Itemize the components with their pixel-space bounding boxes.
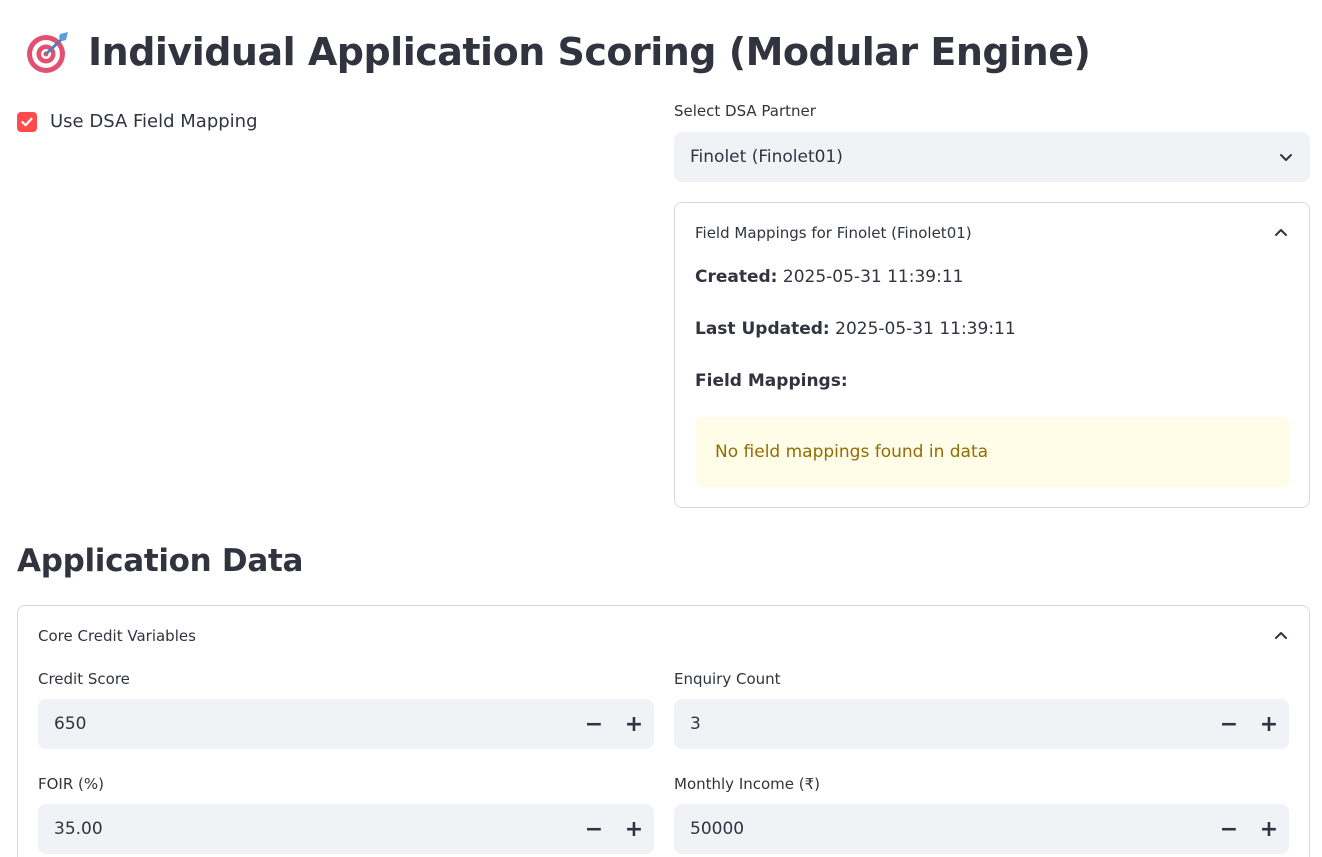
- partner-select[interactable]: Finolet (Finolet01): [674, 132, 1310, 182]
- page-header: Individual Application Scoring (Modular …: [24, 26, 1091, 78]
- updated-label: Last Updated:: [695, 319, 830, 339]
- increment-button[interactable]: +: [1249, 804, 1289, 854]
- updated-value: 2025-05-31 11:39:11: [835, 319, 1016, 339]
- core-credit-expander-header[interactable]: Core Credit Variables: [38, 624, 1289, 648]
- expander-title: Field Mappings for Finolet (Finolet01): [695, 224, 972, 242]
- monthly-income-input[interactable]: 50000 − +: [674, 804, 1289, 854]
- credit-score-value[interactable]: 650: [38, 714, 574, 734]
- target-icon: [24, 28, 72, 76]
- decrement-button[interactable]: −: [1209, 699, 1249, 749]
- foir-label: FOIR (%): [38, 775, 105, 793]
- dsa-mapping-checkbox[interactable]: Use DSA Field Mapping: [17, 111, 258, 132]
- application-data-heading: Application Data: [17, 543, 304, 579]
- decrement-button[interactable]: −: [574, 699, 614, 749]
- increment-button[interactable]: +: [614, 804, 654, 854]
- decrement-button[interactable]: −: [1209, 804, 1249, 854]
- updated-line: Last Updated: 2025-05-31 11:39:11: [695, 319, 1016, 339]
- credit-score-label: Credit Score: [38, 670, 130, 688]
- increment-button[interactable]: +: [1249, 699, 1289, 749]
- field-mappings-expander: Field Mappings for Finolet (Finolet01) C…: [674, 202, 1310, 508]
- monthly-income-label: Monthly Income (₹): [674, 775, 821, 793]
- decrement-button[interactable]: −: [574, 804, 614, 854]
- core-credit-expander: Core Credit Variables Credit Score 650 −…: [17, 605, 1310, 857]
- checkbox-label: Use DSA Field Mapping: [50, 111, 258, 132]
- chevron-up-icon: [1273, 628, 1289, 644]
- created-label: Created:: [695, 267, 778, 287]
- partner-select-label: Select DSA Partner: [674, 102, 816, 120]
- credit-score-input[interactable]: 650 − +: [38, 699, 654, 749]
- field-mappings-heading: Field Mappings:: [695, 371, 848, 391]
- chevron-down-icon: [1278, 149, 1294, 165]
- created-value: 2025-05-31 11:39:11: [782, 267, 964, 287]
- created-line: Created: 2025-05-31 11:39:11: [695, 267, 963, 287]
- page-title: Individual Application Scoring (Modular …: [88, 30, 1091, 74]
- no-mappings-alert: No field mappings found in data: [695, 417, 1290, 487]
- expander-title: Core Credit Variables: [38, 627, 196, 645]
- field-mappings-expander-header[interactable]: Field Mappings for Finolet (Finolet01): [695, 221, 1289, 245]
- field-mappings-label: Field Mappings:: [695, 371, 848, 391]
- foir-input[interactable]: 35.00 − +: [38, 804, 654, 854]
- foir-value[interactable]: 35.00: [38, 819, 574, 839]
- increment-button[interactable]: +: [614, 699, 654, 749]
- monthly-income-value[interactable]: 50000: [674, 819, 1209, 839]
- checkbox-checked-icon[interactable]: [17, 111, 37, 132]
- partner-select-value: Finolet (Finolet01): [690, 147, 843, 167]
- enquiry-count-label: Enquiry Count: [674, 670, 781, 688]
- enquiry-count-input[interactable]: 3 − +: [674, 699, 1289, 749]
- enquiry-count-value[interactable]: 3: [674, 714, 1209, 734]
- chevron-up-icon: [1273, 225, 1289, 241]
